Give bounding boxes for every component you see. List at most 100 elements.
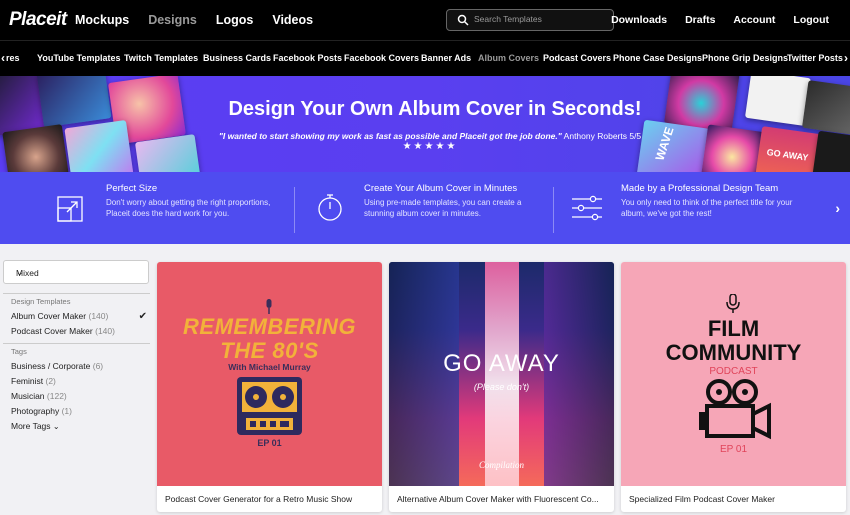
filter-sidebar: Mixed ⌄ Design Templates Album Cover Mak…: [3, 260, 150, 434]
chevron-down-icon: ⌄: [16, 267, 24, 277]
resize-icon: [57, 196, 83, 222]
category-bar: res YouTube Templates Twitch Templates B…: [0, 40, 850, 76]
divider: [294, 187, 295, 233]
tag-business-corporate[interactable]: Business / Corporate (6): [11, 359, 150, 374]
card-title-line1: FILM: [707, 316, 760, 341]
category-phone-case-designs[interactable]: Phone Case Designs: [613, 53, 702, 63]
tag-count: (6): [92, 361, 104, 371]
nav-downloads[interactable]: Downloads: [611, 14, 667, 26]
filter-count: (140): [88, 311, 109, 321]
scroll-left-icon[interactable]: ‹: [1, 51, 5, 65]
hero-right-collage: GO AWAY: [754, 126, 822, 172]
category-item[interactable]: res: [6, 53, 20, 63]
nav-videos[interactable]: Videos: [272, 13, 313, 27]
feature-title: Perfect Size: [106, 183, 158, 194]
design-templates-filter: Design Templates Album Cover Maker (140)…: [3, 293, 150, 339]
sliders-icon: [572, 195, 602, 221]
card-thumbnail[interactable]: GO AWAY (Please don't) Compilation: [389, 262, 614, 486]
tag-count: (122): [46, 391, 67, 401]
search-icon: [457, 14, 469, 26]
more-tags-link[interactable]: More Tags ⌄: [11, 419, 150, 434]
filter-album-cover-maker[interactable]: Album Cover Maker (140) ✔: [11, 309, 150, 324]
film-camera-icon: [699, 379, 771, 440]
card-subtitle: PODCAST: [709, 366, 758, 377]
more-tags-label: More Tags: [11, 421, 51, 431]
hero-right-collage: [811, 130, 850, 172]
microphone-icon: [266, 299, 272, 314]
category-twitch-templates[interactable]: Twitch Templates: [124, 53, 198, 63]
hero-quote-author: Anthony Roberts 5/5: [563, 131, 642, 141]
template-card-retro-podcast[interactable]: REMEMBERING THE 80'S With Michael Murray…: [157, 262, 382, 512]
next-arrow-icon[interactable]: ›: [835, 200, 840, 216]
sort-select[interactable]: Mixed ⌄: [3, 260, 149, 284]
hero-quote-text: "I wanted to start showing my work as fa…: [218, 131, 562, 141]
checkmark-icon: ✔: [138, 311, 147, 322]
template-card-film-podcast[interactable]: FILM COMMUNITY PODCAST EP 01 Specialized…: [621, 262, 846, 512]
feature-title: Made by a Professional Design Team: [621, 183, 779, 194]
tag-musician[interactable]: Musician (122): [11, 389, 150, 404]
tag-label: Musician: [11, 391, 45, 401]
nav-account[interactable]: Account: [733, 14, 775, 26]
tag-count: (1): [61, 406, 72, 416]
filter-heading: Tags: [11, 347, 27, 356]
card-subtitle: (Please don't): [473, 382, 530, 392]
feature-title: Create Your Album Cover in Minutes: [364, 183, 518, 194]
placeit-logo[interactable]: Placeit: [9, 9, 67, 31]
category-album-covers[interactable]: Album Covers: [478, 53, 539, 63]
tag-label: Photography: [11, 406, 60, 416]
card-thumbnail[interactable]: REMEMBERING THE 80'S With Michael Murray…: [157, 262, 382, 486]
category-business-cards[interactable]: Business Cards: [203, 53, 271, 63]
features-bar: Perfect Size Don't worry about getting t…: [0, 172, 850, 244]
tags-filter: Tags Business / Corporate (6) Feminist (…: [3, 343, 150, 434]
filter-heading: Design Templates: [11, 297, 71, 306]
hero-right-collage: [801, 80, 850, 136]
tag-feminist[interactable]: Feminist (2): [11, 374, 150, 389]
filter-podcast-cover-maker[interactable]: Podcast Cover Maker (140): [11, 324, 150, 339]
category-banner-ads[interactable]: Banner Ads: [421, 53, 471, 63]
tag-photography[interactable]: Photography (1): [11, 404, 150, 419]
card-episode: EP 01: [719, 444, 748, 455]
nav-logout[interactable]: Logout: [793, 14, 829, 26]
tag-label: Feminist: [11, 376, 44, 386]
card-caption[interactable]: Alternative Album Cover Maker with Fluor…: [397, 494, 599, 504]
card-caption[interactable]: Podcast Cover Generator for a Retro Musi…: [165, 494, 352, 504]
template-card-fluorescent-album[interactable]: GO AWAY (Please don't) Compilation Alter…: [389, 262, 614, 512]
rating-stars-icon: ★★★★★: [402, 141, 458, 152]
nav-drafts[interactable]: Drafts: [685, 14, 715, 26]
card-subtitle: With Michael Murray: [228, 362, 311, 372]
hero-tile-goaway-text: GO AWAY: [766, 147, 809, 163]
category-youtube-templates[interactable]: YouTube Templates: [37, 53, 121, 63]
nav-mockups[interactable]: Mockups: [75, 13, 129, 27]
card-thumbnail[interactable]: FILM COMMUNITY PODCAST EP 01: [621, 262, 846, 486]
hero-left-collage: [2, 124, 70, 172]
feature-pro-design-team: Made by a Professional Design Team You o…: [621, 183, 796, 219]
category-podcast-covers[interactable]: Podcast Covers: [543, 53, 611, 63]
card-caption[interactable]: Specialized Film Podcast Cover Maker: [629, 494, 775, 504]
card-title-line2: THE 80'S: [220, 338, 319, 363]
feature-create-in-minutes: Create Your Album Cover in Minutes Using…: [364, 183, 539, 219]
card-title-line1: REMEMBERING: [183, 314, 356, 339]
hero-left-collage: [64, 119, 134, 172]
divider: [553, 187, 554, 233]
hero-right-collage: [744, 76, 812, 126]
nav-logos[interactable]: Logos: [216, 13, 254, 27]
filter-label: Podcast Cover Maker: [11, 326, 93, 336]
hero-right-collage: [700, 124, 764, 172]
reel-to-reel-icon: [237, 377, 302, 435]
category-twitter-posts[interactable]: Twitter Posts: [787, 53, 843, 63]
category-phone-grip-designs[interactable]: Phone Grip Designs: [702, 53, 788, 63]
top-navbar: Placeit Mockups Designs Logos Videos Sea…: [0, 0, 850, 40]
hero-testimonial: "I wanted to start showing my work as fa…: [200, 131, 660, 152]
filter-count: (140): [95, 326, 115, 336]
chevron-down-icon: ⌄: [52, 422, 60, 431]
category-facebook-posts[interactable]: Facebook Posts: [273, 53, 342, 63]
card-title: GO AWAY: [443, 350, 560, 377]
search-input[interactable]: Search Templates: [446, 9, 614, 31]
nav-designs[interactable]: Designs: [148, 13, 197, 27]
feature-perfect-size: Perfect Size Don't worry about getting t…: [106, 183, 276, 219]
filter-label: Album Cover Maker: [11, 311, 87, 321]
scroll-right-icon[interactable]: ›: [844, 51, 848, 65]
account-nav: Downloads Drafts Account Logout: [611, 14, 829, 26]
category-facebook-covers[interactable]: Facebook Covers: [344, 53, 419, 63]
feature-text: Using pre-made templates, you can create…: [364, 198, 522, 218]
